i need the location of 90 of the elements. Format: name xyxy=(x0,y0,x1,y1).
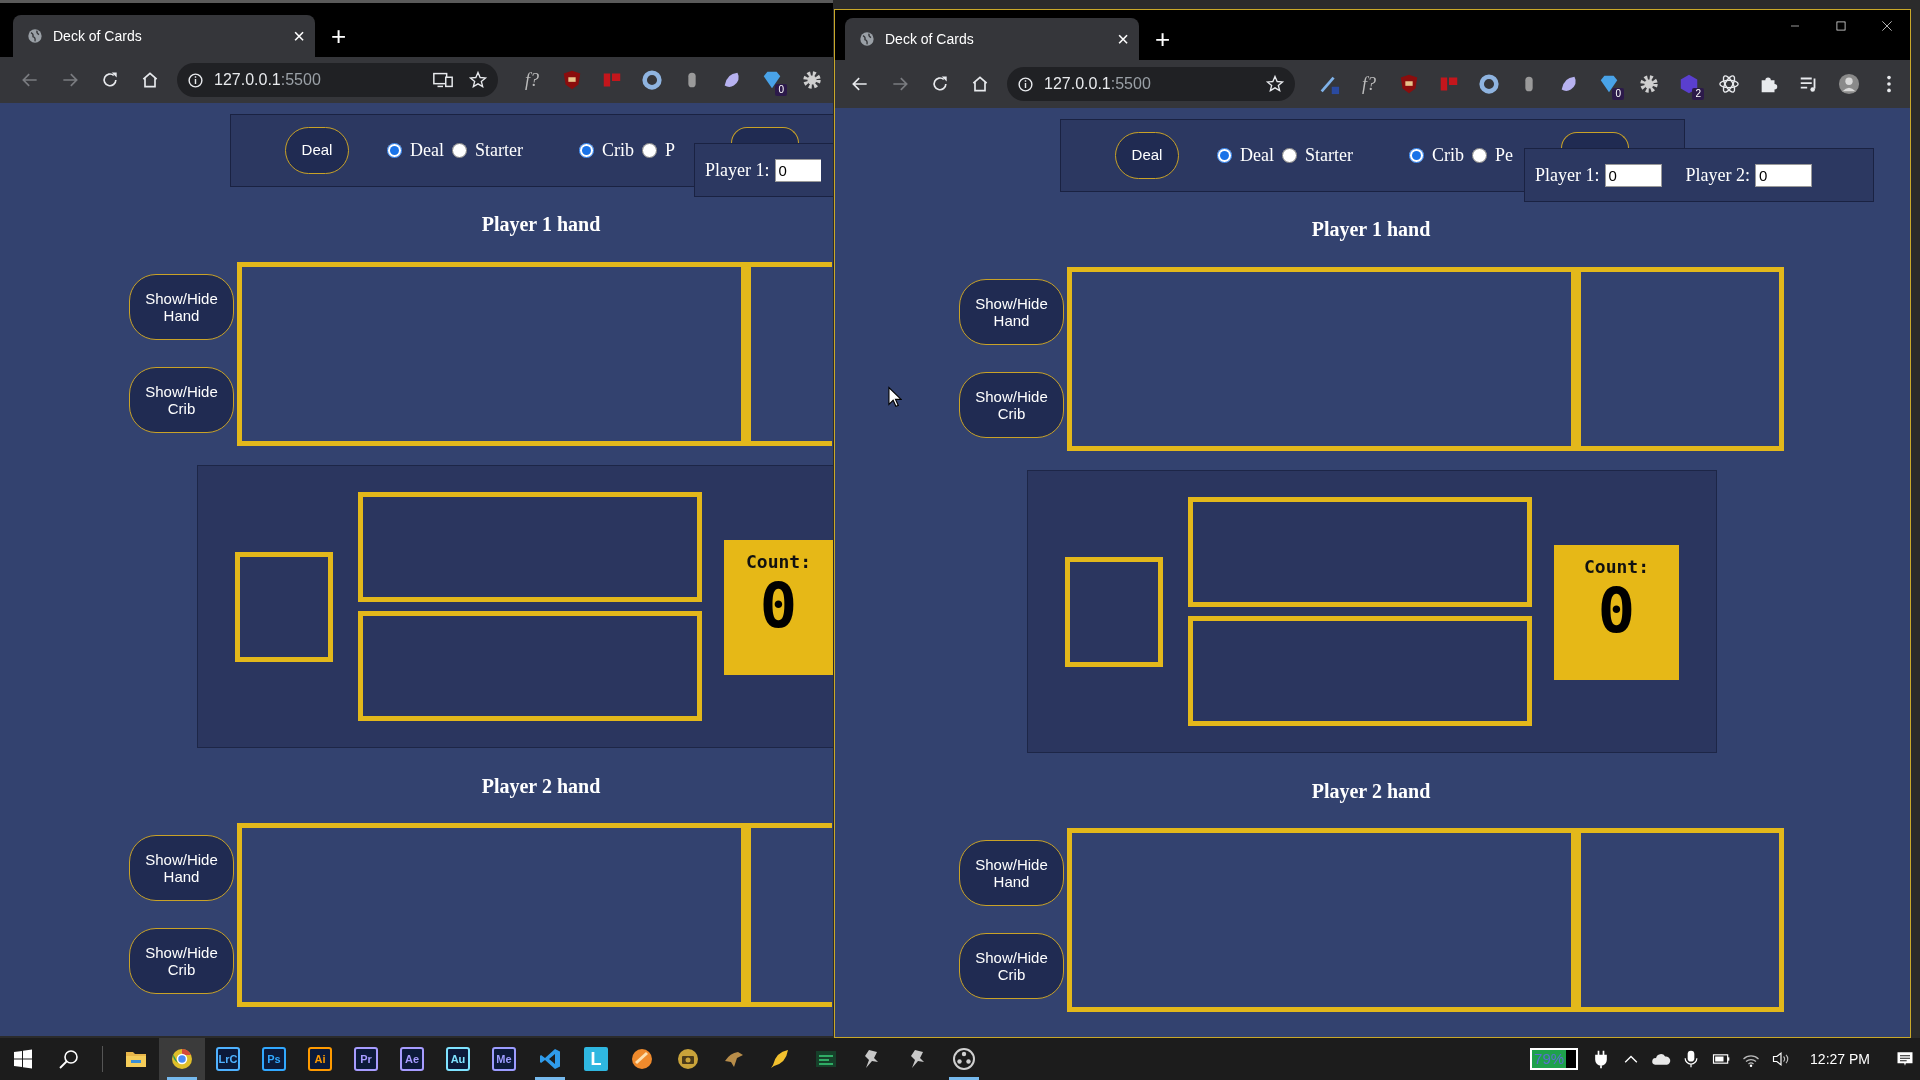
radio-label: Starter xyxy=(1305,144,1353,167)
score-field[interactable]: 0 xyxy=(1755,163,1812,187)
app-icon[interactable]: Pr xyxy=(354,1047,378,1071)
record-icon[interactable] xyxy=(952,1047,976,1071)
app-icon[interactable]: Me xyxy=(492,1047,516,1071)
camera-icon[interactable] xyxy=(676,1047,700,1071)
score-label: Player 1: xyxy=(705,158,770,182)
shield-icon[interactable] xyxy=(1398,73,1420,95)
hand-heading: Player 1 hand xyxy=(481,212,601,238)
avatar-icon[interactable] xyxy=(1838,73,1860,95)
atom-icon[interactable] xyxy=(1718,73,1740,95)
deal-button[interactable]: Deal xyxy=(1115,132,1179,179)
new-tab-button[interactable]: + xyxy=(331,23,347,49)
radio-button[interactable] xyxy=(1472,148,1487,163)
browser-icon[interactable] xyxy=(170,1047,194,1071)
radio-button[interactable] xyxy=(578,143,594,158)
round-button[interactable] xyxy=(1561,132,1629,148)
badge-count: 0 xyxy=(775,84,787,96)
info-icon[interactable] xyxy=(187,71,204,89)
gem-icon[interactable] xyxy=(1598,73,1620,95)
radio-label: Starter xyxy=(475,139,523,162)
shield-icon[interactable] xyxy=(561,69,583,91)
app-icon[interactable]: Ps xyxy=(262,1047,286,1071)
address-bar[interactable]: 127.0.0.1:5500 xyxy=(1007,67,1295,101)
gem-icon[interactable] xyxy=(761,69,783,91)
show-hide-button[interactable]: Show/Hide Crib xyxy=(129,928,234,994)
ring-icon[interactable] xyxy=(641,69,663,91)
count-label: Count: xyxy=(1584,555,1649,579)
hand-heading: Player 1 hand xyxy=(1311,217,1431,243)
radio-label: Deal xyxy=(1240,144,1274,167)
score-field[interactable]: 0 xyxy=(1604,163,1662,187)
star-icon[interactable] xyxy=(1265,74,1285,94)
radio-label: Crib xyxy=(601,139,634,162)
search-icon[interactable] xyxy=(57,1047,81,1071)
show-hide-button[interactable]: Show/Hide Hand xyxy=(129,274,234,340)
show-hide-button[interactable]: Show/Hide Crib xyxy=(129,367,234,433)
gear-icon[interactable] xyxy=(1638,73,1660,95)
show-hide-button[interactable]: Show/Hide Hand xyxy=(959,279,1064,345)
hand-heading: Player 2 hand xyxy=(481,774,601,800)
app-icon[interactable]: Au xyxy=(446,1047,470,1071)
badge-count: 0 xyxy=(1612,88,1624,100)
radio-label: P xyxy=(665,139,675,162)
radio-label: Crib xyxy=(1431,144,1464,167)
close-button[interactable]: × xyxy=(1117,29,1129,49)
show-hide-button[interactable]: Show/Hide Crib xyxy=(959,372,1064,438)
hand-heading: Player 2 hand xyxy=(1311,779,1431,805)
radio-button[interactable] xyxy=(1282,148,1297,163)
code-icon[interactable] xyxy=(538,1047,562,1071)
count-value: 0 xyxy=(759,575,798,637)
count-label: Count: xyxy=(746,550,811,574)
star-icon[interactable] xyxy=(468,70,488,90)
radio-label: Pe xyxy=(1495,144,1513,167)
new-tab-button[interactable]: + xyxy=(1155,26,1171,52)
radio-button[interactable] xyxy=(1408,148,1424,163)
radio-button[interactable] xyxy=(452,143,467,158)
cursor-icon xyxy=(888,386,902,408)
gear-icon[interactable] xyxy=(801,69,823,91)
radio-button[interactable] xyxy=(1217,148,1232,163)
cube-icon[interactable] xyxy=(1678,73,1700,95)
extension-button[interactable]: f? xyxy=(512,63,552,97)
radio-button[interactable] xyxy=(387,143,402,158)
app-icon[interactable]: Ai xyxy=(308,1047,332,1071)
show-hide-button[interactable]: Show/Hide Hand xyxy=(129,835,234,901)
radio-label: Deal xyxy=(410,139,444,162)
address-text: 127.0.0.1:5500 xyxy=(214,70,322,90)
address-bar[interactable]: 127.0.0.1:5500 xyxy=(177,63,498,97)
badge-count: 2 xyxy=(1692,88,1704,100)
globe-icon xyxy=(27,28,43,44)
radio-button[interactable] xyxy=(642,143,657,158)
ring-icon[interactable] xyxy=(1478,73,1500,95)
round-button[interactable] xyxy=(731,127,799,143)
disc-icon[interactable] xyxy=(630,1047,654,1071)
app-icon[interactable]: Ae xyxy=(400,1047,424,1071)
count-value: 0 xyxy=(1597,580,1636,642)
score-label: Player 2: xyxy=(1685,163,1750,187)
clock-text[interactable]: 12:27 PM xyxy=(1810,1048,1870,1070)
app-icon[interactable]: LrC xyxy=(216,1047,240,1071)
close-button[interactable]: × xyxy=(293,26,305,46)
score-label: Player 1: xyxy=(1535,163,1600,187)
extension-button[interactable]: f? xyxy=(1349,67,1389,101)
windows-icon[interactable] xyxy=(11,1047,35,1071)
score-field[interactable]: 0 xyxy=(774,158,821,182)
globe-icon xyxy=(859,31,875,47)
browser-tab[interactable]: Deck of Cards × xyxy=(845,18,1139,60)
browser-tab[interactable]: Deck of Cards × xyxy=(13,15,315,57)
info-icon[interactable] xyxy=(1017,75,1034,93)
address-text: 127.0.0.1:5500 xyxy=(1044,74,1152,94)
show-hide-button[interactable]: Show/Hide Hand xyxy=(959,840,1064,906)
show-hide-button[interactable]: Show/Hide Crib xyxy=(959,933,1064,999)
deal-button[interactable]: Deal xyxy=(285,127,349,174)
